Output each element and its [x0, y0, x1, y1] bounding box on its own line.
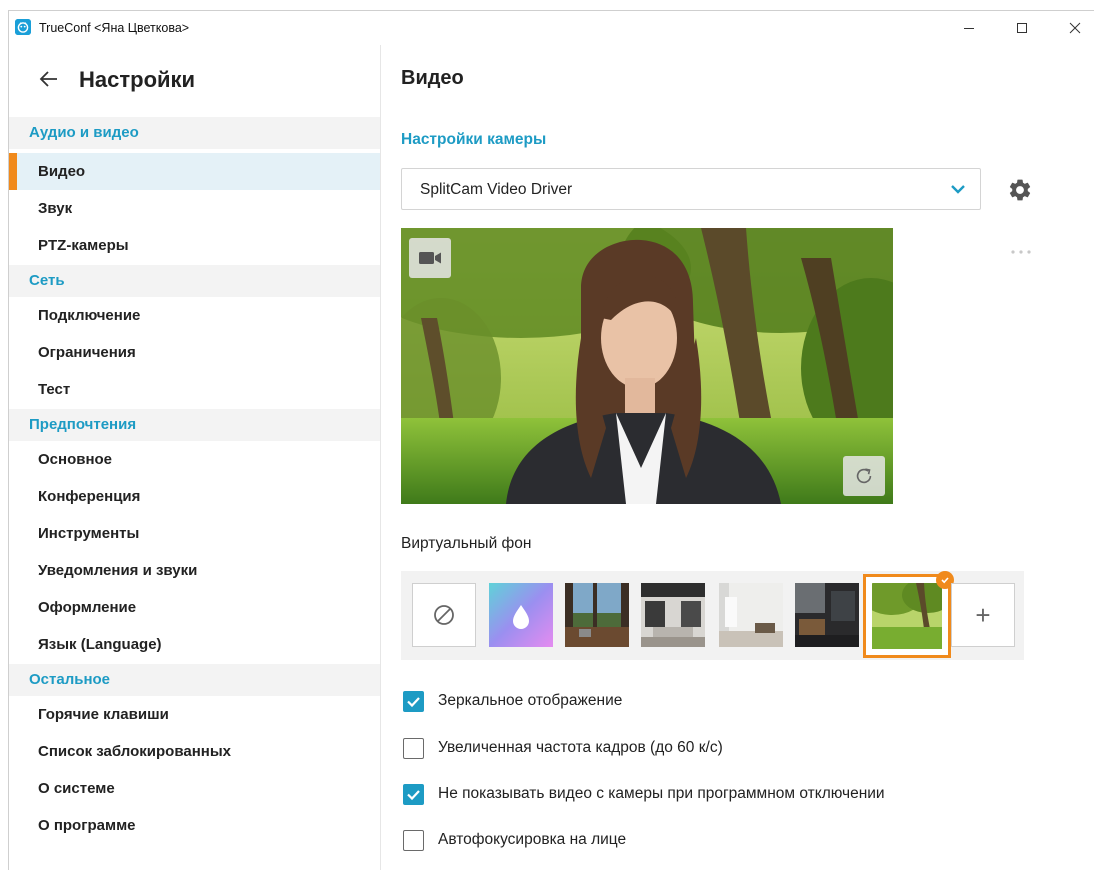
hide-video-checkbox[interactable]	[403, 784, 424, 805]
sidebar-item-sound[interactable]: Звук	[9, 190, 380, 227]
sidebar-item-about[interactable]: О программе	[9, 807, 380, 844]
background-thumb-forest-selected[interactable]	[863, 571, 954, 658]
sidebar-item-conference[interactable]: Конференция	[9, 478, 380, 515]
add-background-button[interactable]: +	[951, 583, 1015, 647]
background-thumb-white-room[interactable]	[719, 583, 783, 647]
blur-drop-icon	[489, 583, 553, 647]
forest-thumb-image	[872, 583, 942, 649]
section-network: Сеть	[9, 265, 380, 297]
chevron-down-icon	[951, 185, 965, 194]
plus-icon: +	[975, 599, 991, 630]
back-button[interactable]	[37, 67, 61, 91]
video-settings-panel: Видео Настройки камеры SplitCam Video Dr…	[382, 45, 1094, 870]
sidebar-item-video[interactable]: Видео	[9, 153, 380, 190]
sidebar-item-connection[interactable]: Подключение	[9, 297, 380, 334]
maximize-icon	[1017, 23, 1027, 33]
white-room-image	[719, 583, 783, 647]
background-blur-thumb[interactable]	[489, 583, 553, 647]
dark-room-image	[795, 583, 859, 647]
settings-sidebar: Настройки Аудио и видео Видео Звук PTZ-к…	[9, 45, 381, 870]
video-camera-icon	[419, 252, 441, 264]
face-autofocus-label: Автофокусировка на лице	[438, 831, 627, 848]
camera-settings-button[interactable]	[1007, 177, 1033, 203]
high-framerate-checkbox[interactable]	[403, 738, 424, 759]
no-background-icon	[434, 605, 454, 625]
sidebar-item-hotkeys[interactable]: Горячие клавиши	[9, 696, 380, 733]
sidebar-item-general[interactable]: Основное	[9, 441, 380, 478]
sidebar-item-tools[interactable]: Инструменты	[9, 515, 380, 552]
minimize-button[interactable]	[946, 11, 992, 45]
rotate-camera-button[interactable]	[843, 456, 885, 496]
sidebar-item-limits[interactable]: Ограничения	[9, 334, 380, 371]
close-button[interactable]	[1052, 11, 1094, 45]
more-options-button[interactable]	[1009, 243, 1033, 254]
balcony-image	[565, 583, 629, 647]
mirror-checkbox[interactable]	[403, 691, 424, 712]
window-title: TrueConf <Яна Цветкова>	[39, 21, 190, 35]
camera-select[interactable]: SplitCam Video Driver	[401, 168, 981, 210]
more-dots-icon	[1011, 250, 1031, 254]
sidebar-item-language[interactable]: Язык (Language)	[9, 626, 380, 663]
trueconf-logo-icon	[15, 19, 31, 35]
camera-toggle-button[interactable]	[409, 238, 451, 278]
living-room-image	[641, 583, 705, 647]
mirror-label: Зеркальное отображение	[438, 692, 623, 709]
title-bar: TrueConf <Яна Цветкова>	[9, 11, 1094, 45]
page-title: Видео	[401, 67, 464, 89]
sidebar-item-test[interactable]: Тест	[9, 371, 380, 408]
camera-preview	[401, 228, 893, 504]
sidebar-item-blocklist[interactable]: Список заблокированных	[9, 733, 380, 770]
app-window: TrueConf <Яна Цветкова> Настройки Аудио …	[8, 10, 1094, 870]
sidebar-header: Настройки	[9, 59, 380, 99]
arrow-left-icon	[39, 71, 57, 87]
background-thumb-living-room[interactable]	[641, 583, 705, 647]
virtual-background-strip: +	[401, 571, 1024, 660]
maximize-button[interactable]	[999, 11, 1045, 45]
rotate-icon	[856, 468, 872, 484]
camera-preview-image	[401, 228, 893, 504]
camera-select-value: SplitCam Video Driver	[420, 181, 573, 198]
background-none-button[interactable]	[412, 583, 476, 647]
sidebar-title: Настройки	[79, 67, 196, 92]
high-framerate-label: Увеличенная частота кадров (до 60 к/с)	[438, 739, 723, 756]
section-audio-video: Аудио и видео	[9, 117, 380, 149]
face-autofocus-checkbox[interactable]	[403, 830, 424, 851]
sidebar-item-system-info[interactable]: О системе	[9, 770, 380, 807]
background-thumb-dark-room[interactable]	[795, 583, 859, 647]
minimize-icon	[964, 28, 974, 29]
close-icon	[1069, 22, 1081, 34]
sidebar-item-appearance[interactable]: Оформление	[9, 589, 380, 626]
camera-settings-heading: Настройки камеры	[401, 131, 547, 148]
sidebar-item-notifications[interactable]: Уведомления и звуки	[9, 552, 380, 589]
section-other: Остальное	[9, 664, 380, 696]
sidebar-item-ptz-cameras[interactable]: PTZ-камеры	[9, 227, 380, 264]
virtual-background-label: Виртуальный фон	[401, 535, 532, 552]
hide-video-label: Не показывать видео с камеры при програм…	[438, 785, 885, 802]
gear-icon	[1009, 179, 1031, 201]
background-thumb-balcony[interactable]	[565, 583, 629, 647]
section-preferences: Предпочтения	[9, 409, 380, 441]
